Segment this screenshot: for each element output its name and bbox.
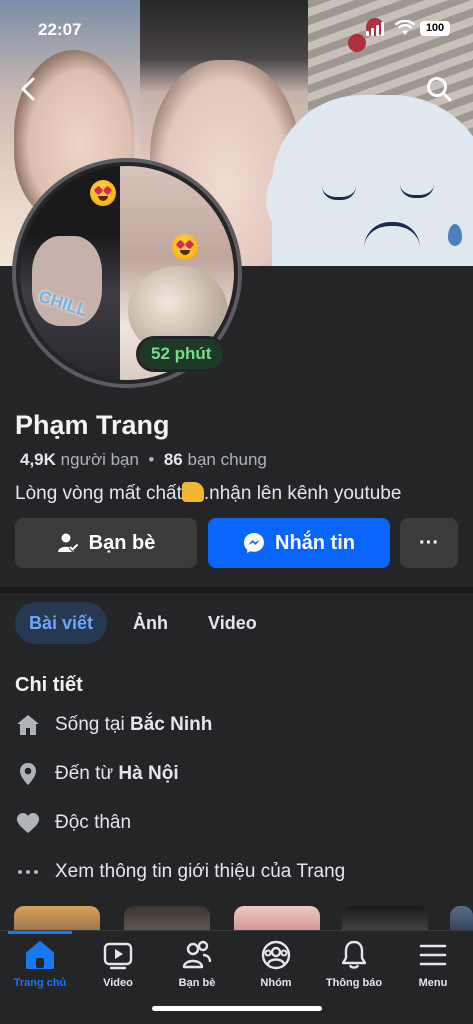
lives-in-prefix: Sống tại [55,714,130,735]
section-divider [0,587,473,593]
nav-friends[interactable]: Bạn bè [157,939,237,989]
wifi-icon [394,20,416,35]
messenger-icon [244,533,264,553]
see-about-info-link[interactable]: Xem thông tin giới thiệu của Trang [15,859,345,885]
video-icon [103,942,133,970]
friends-count: 4,9K [20,450,56,469]
heart-eyes-emoji-icon [172,234,198,260]
mutual-friends-label: bạn chung [187,450,267,469]
from-prefix: Đến từ [55,763,119,784]
nav-menu-label: Menu [418,977,448,989]
nav-menu[interactable]: Menu [393,939,473,989]
friends-button[interactable]: Bạn bè [15,518,197,568]
bio-text-end: .nhận lên kênh youtube [203,483,402,504]
location-pin-icon [15,761,41,787]
nav-video-label: Video [103,977,133,989]
status-time: 22:07 [38,20,82,39]
battery-icon: 100 [420,21,450,36]
more-options-button[interactable]: ··· [400,518,458,568]
heart-eyes-emoji-icon [90,180,116,206]
nav-notifications[interactable]: Thông báo [314,939,394,989]
featured-thumbnails [0,906,473,936]
detail-from: Đến từ Hà Nội [15,761,179,787]
see-about-info-label: Xem thông tin giới thiệu của Trang [55,861,346,882]
bio-text-start: Lòng vòng mất chất [15,483,182,504]
search-icon[interactable] [424,74,454,104]
groups-icon [261,940,291,970]
friend-check-icon [57,533,79,553]
message-button-label: Nhắn tin [275,531,355,554]
more-dots-icon [15,859,41,885]
back-arrow-icon[interactable] [14,74,44,104]
cellular-signal-icon [366,22,384,36]
detail-relationship: Độc thân [15,810,131,836]
nav-groups-label: Nhóm [260,977,292,989]
from-place: Hà Nội [118,763,179,784]
tab-videos[interactable]: Video [194,602,271,644]
profile-tabs: Bài viết Ảnh Video [15,602,271,644]
nav-friends-label: Bạn bè [178,977,216,989]
mutual-friends-count: 86 [163,450,183,469]
tab-photos[interactable]: Ảnh [119,602,182,644]
active-status-badge: 52 phút [136,336,227,372]
friend-stats[interactable]: 4,9K người bạn • 86 bạn chung [20,450,267,470]
thumbs-up-emoji-icon [181,482,204,502]
lives-in-place: Bắc Ninh [130,714,213,735]
home-icon [26,941,54,969]
profile-name: Phạm Trang [15,410,170,440]
bell-icon [341,940,367,969]
relationship-status: Độc thân [55,812,132,833]
nav-groups[interactable]: Nhóm [236,939,316,989]
home-indicator[interactable] [152,1006,322,1011]
active-tab-indicator [8,931,72,934]
status-bar: 22:07 100 [0,0,473,58]
menu-icon [419,944,447,966]
details-heading: Chi tiết [15,674,83,696]
nav-video[interactable]: Video [78,939,158,989]
nav-notifications-label: Thông báo [325,977,383,989]
detail-lives-in: Sống tại Bắc Ninh [15,712,212,738]
profile-bio: Lòng vòng mất chất .nhận lên kênh youtube [15,482,401,505]
friends-icon [182,940,212,969]
heart-icon [15,810,41,836]
tab-posts[interactable]: Bài viết [15,602,108,644]
nav-home[interactable]: Trang chủ [0,939,80,989]
friends-label: người bạn [60,450,139,469]
friends-button-label: Bạn bè [88,531,156,554]
home-icon [15,712,41,738]
message-button[interactable]: Nhắn tin [208,518,390,568]
nav-home-label: Trang chủ [13,977,67,989]
